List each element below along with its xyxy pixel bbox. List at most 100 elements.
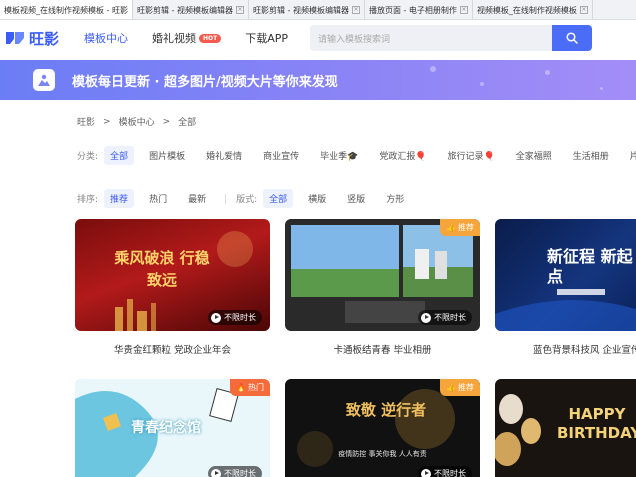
breadcrumb-separator: > (103, 116, 111, 127)
tag-text: 热门 (248, 383, 264, 392)
template-card[interactable]: 👍 推荐 致敬 逆行者 疫情防控 事关你我 人人有责 不限时长 (285, 379, 480, 477)
search-button[interactable] (552, 25, 592, 51)
sort-hot[interactable]: 热门 (143, 189, 173, 208)
breadcrumb-home[interactable]: 旺影 (77, 115, 95, 128)
browser-tab[interactable]: 播放页面 - 电子相册制作 × (365, 0, 473, 19)
card-title[interactable]: 华贵金红颗粒 党政企业年会 (75, 342, 270, 356)
card-title[interactable]: 蓝色背景科技风 企业宣传 (495, 342, 636, 356)
recommend-tag: 👍 推荐 (440, 379, 480, 396)
site-header: 旺影 模板中心 婚礼视频 HOT 下载APP 请输入模板搜索词 (0, 20, 636, 56)
breadcrumb-separator: > (162, 116, 171, 127)
sort-newest[interactable]: 最新 (182, 189, 212, 208)
tab-title: 旺影剪辑 - 视频模板编辑器 (136, 5, 233, 15)
category-item[interactable]: 婚礼爱情 (200, 146, 248, 165)
card-sub-text: 疫情防控 事关你我 人人有责 (338, 450, 427, 458)
search-bar: 请输入模板搜索词 (310, 25, 592, 51)
decor-dot (430, 66, 436, 72)
duration-badge: 不限时长 (418, 466, 472, 477)
tab-title: 模板视频_在线制作视频模板 - 旺影 (4, 5, 128, 15)
card-art-text: HAPPY BIRTHDAY (557, 405, 636, 442)
nav-download-app[interactable]: 下载APP (245, 30, 288, 46)
format-landscape[interactable]: 横版 (302, 189, 332, 208)
close-icon[interactable]: × (351, 6, 360, 14)
template-card[interactable]: 👍 推荐 不限时长 (285, 219, 480, 331)
format-all[interactable]: 全部 (263, 189, 294, 208)
tag-text: 推荐 (458, 223, 474, 232)
close-icon[interactable]: × (235, 6, 244, 14)
category-item[interactable]: 旅行记录🎈 (442, 146, 501, 165)
nav-wedding-video[interactable]: 婚礼视频 HOT (152, 30, 222, 46)
search-input[interactable]: 请输入模板搜索词 (310, 25, 552, 51)
browser-tab[interactable]: 旺影剪辑 - 视频模板编辑器 × (133, 0, 249, 19)
nav-label: 婚礼视频 (152, 32, 196, 45)
card-art-text: 青春纪念馆 (131, 420, 201, 436)
decor-dot (545, 70, 550, 75)
play-icon (421, 312, 431, 323)
play-icon (211, 468, 221, 477)
category-label: 分类: (77, 152, 99, 162)
close-icon[interactable]: × (579, 6, 588, 14)
site-logo[interactable]: 旺影 (4, 28, 74, 49)
sort-filter: 排序: 推荐 热门 最新 版式: 全部 横版 竖版 方形 (77, 189, 419, 208)
duration-badge: 不限时长 (208, 466, 262, 477)
template-card[interactable]: 🔥 热门 青春纪念馆 不限时长 (75, 379, 270, 477)
tag-text: 推荐 (458, 383, 474, 392)
browser-tab[interactable]: 视频模板_在线制作视频模板 × (473, 0, 593, 19)
duration-badge: 不限时长 (418, 310, 472, 325)
card-art-text: 新征程 新起点 (547, 247, 633, 286)
format-label: 版式: (236, 195, 258, 205)
nav-label: 下载APP (245, 32, 289, 45)
category-item[interactable]: 生活相册 (567, 146, 615, 165)
template-card[interactable]: 乘风破浪 行稳致远 不限时长 (75, 219, 270, 331)
category-item[interactable]: 毕业季🎓 (314, 146, 364, 165)
tab-title: 播放页面 - 电子相册制作 (368, 5, 457, 15)
play-icon (211, 312, 221, 323)
format-square[interactable]: 方形 (380, 189, 410, 208)
logo-text: 旺影 (29, 29, 60, 48)
hot-badge: HOT (199, 33, 222, 43)
breadcrumb-template-center[interactable]: 模板中心 (119, 115, 155, 128)
category-item[interactable]: 商业宣传 (257, 146, 305, 165)
duration-text: 不限时长 (224, 313, 256, 322)
browser-tab-bar: 模板视频_在线制作视频模板 - 旺影 旺影剪辑 - 视频模板编辑器 × 旺影剪辑 … (0, 0, 636, 20)
template-card[interactable]: 新征程 新起点 (495, 219, 636, 331)
thumbs-up-icon: 👍 (446, 223, 456, 232)
breadcrumb-current: 全部 (178, 118, 197, 128)
fire-icon: 🔥 (236, 383, 246, 392)
decor-dot (480, 82, 484, 86)
promo-banner[interactable]: 模板每日更新 · 超多图片/视频大片等你来发现 (0, 60, 636, 100)
template-card[interactable]: HAPPY BIRTHDAY (495, 379, 636, 477)
tab-title: 旺影剪辑 - 视频模板编辑器 (252, 5, 349, 15)
sort-label: 排序: (77, 195, 99, 205)
category-item[interactable]: 片头片尾 (624, 146, 636, 165)
card-art-text: 乘风破浪 行稳致远 (114, 249, 210, 289)
category-filter: 分类: 全部 图片模板 婚礼爱情 商业宣传 毕业季🎓 党政汇报🎈 旅行记录🎈 全… (77, 146, 636, 165)
browser-tab[interactable]: 旺影剪辑 - 视频模板编辑器 × (249, 0, 365, 19)
duration-text: 不限时长 (434, 469, 466, 477)
category-all[interactable]: 全部 (104, 146, 135, 165)
tab-title: 视频模板_在线制作视频模板 (476, 5, 577, 15)
banner-text: 模板每日更新 · 超多图片/视频大片等你来发现 (72, 75, 338, 90)
breadcrumb: 旺影 > 模板中心 > 全部 (77, 115, 204, 129)
category-item[interactable]: 全家福照 (510, 146, 558, 165)
close-icon[interactable]: × (459, 6, 468, 14)
card-title[interactable]: 卡通板结青春 毕业相册 (285, 342, 480, 356)
logo-icon (6, 32, 24, 44)
search-placeholder: 请输入模板搜索词 (318, 34, 391, 45)
play-icon (421, 468, 431, 477)
recommend-tag: 👍 推荐 (440, 219, 480, 236)
duration-badge: 不限时长 (208, 310, 262, 325)
thumbs-up-icon: 👍 (446, 383, 456, 392)
nav-template-center[interactable]: 模板中心 (84, 30, 128, 46)
sort-recommend[interactable]: 推荐 (104, 189, 135, 208)
format-portrait[interactable]: 竖版 (341, 189, 371, 208)
image-icon (38, 74, 50, 86)
decor-dot (600, 87, 603, 90)
category-item[interactable]: 图片模板 (143, 146, 191, 165)
browser-tab[interactable]: 模板视频_在线制作视频模板 - 旺影 (0, 0, 133, 19)
nav-label: 模板中心 (84, 32, 128, 45)
category-item[interactable]: 党政汇报🎈 (373, 146, 432, 165)
banner-icon (33, 69, 55, 91)
duration-text: 不限时长 (224, 469, 256, 477)
duration-text: 不限时长 (434, 313, 466, 322)
